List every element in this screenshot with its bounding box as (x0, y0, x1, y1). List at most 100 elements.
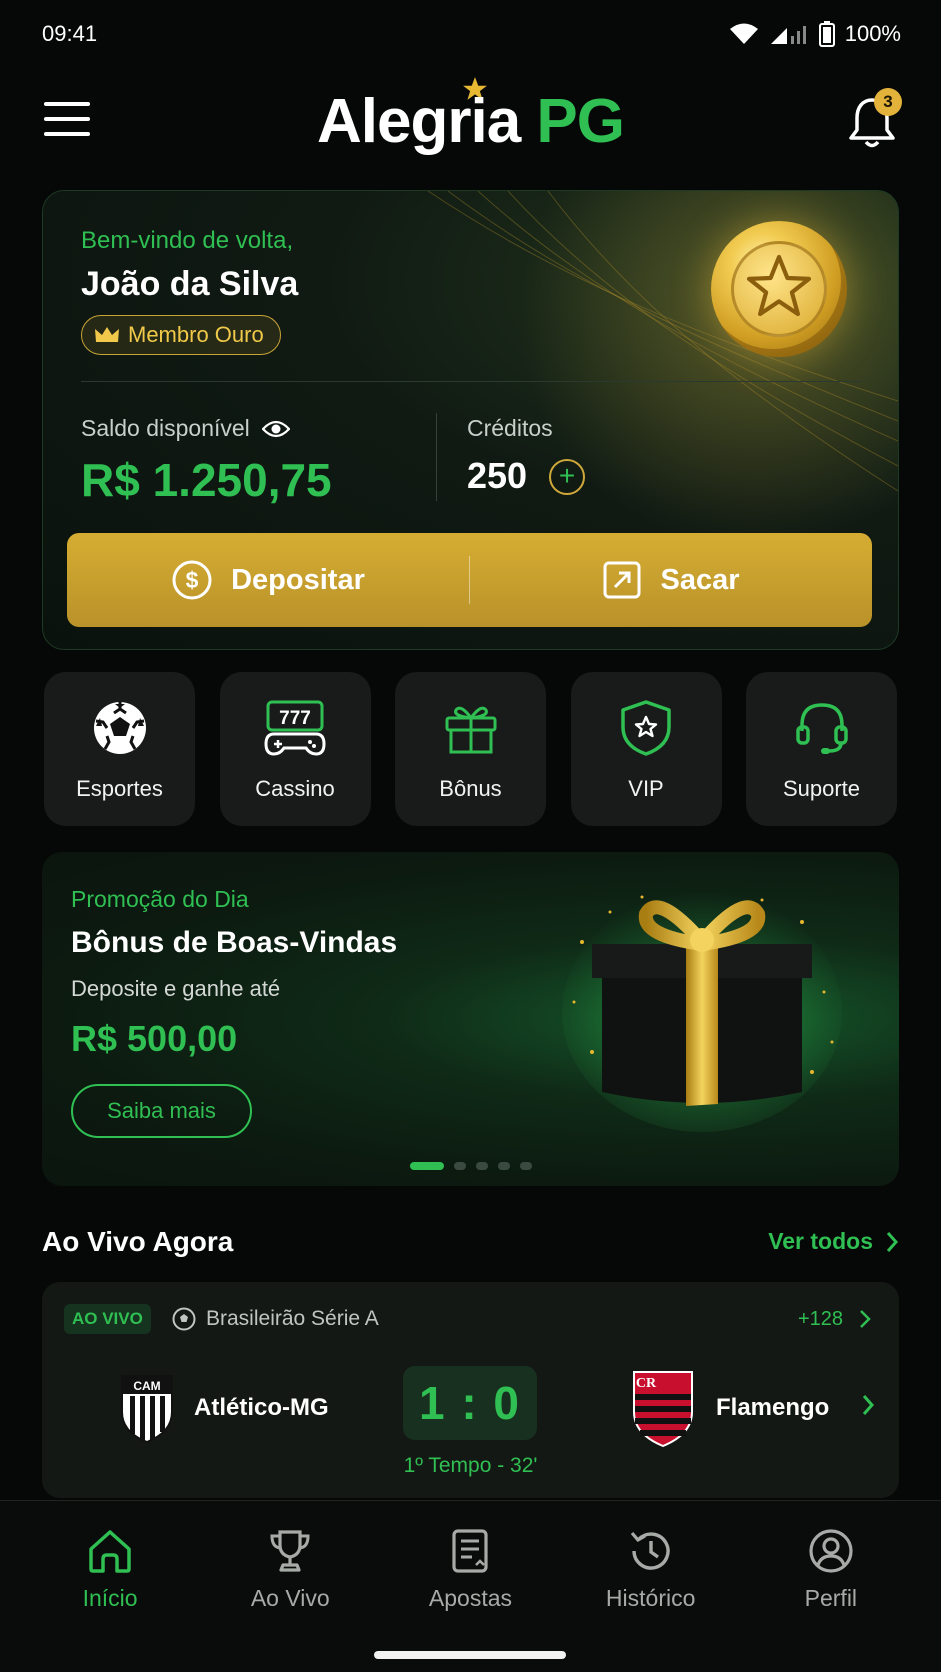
history-icon (630, 1531, 670, 1570)
quick-sports[interactable]: Esportes (44, 672, 195, 826)
nav-home[interactable]: Início (30, 1527, 190, 1612)
member-badge[interactable]: Membro Ouro (81, 315, 281, 355)
chevron-right-icon (862, 1395, 875, 1415)
markets-link[interactable]: +128 (798, 1304, 871, 1334)
external-arrow-icon (603, 561, 641, 599)
gold-coin-icon (711, 221, 847, 357)
wallet-action-bar: $ Depositar Sacar (67, 533, 872, 627)
promo-description: Deposite e ganhe até (71, 976, 281, 1001)
gift-icon (445, 706, 496, 754)
away-team: CR Flamengo (630, 1368, 829, 1448)
app-header: Alegria PG 3 (0, 72, 941, 172)
nav-home-label: Início (82, 1585, 138, 1611)
promo-amount: R$ 500,00 (71, 1018, 238, 1059)
slot-machine-icon: 777 (264, 700, 326, 756)
live-badge: AO VIVO (64, 1304, 151, 1334)
carousel-dot[interactable] (453, 1162, 466, 1170)
svg-text:CAM: CAM (133, 1379, 160, 1393)
balance-label: Saldo disponível (81, 415, 250, 441)
battery-icon (818, 21, 835, 47)
see-all-label: Ver todos (768, 1228, 873, 1254)
away-team-name: Flamengo (716, 1394, 830, 1421)
gift-box-image (562, 892, 842, 1132)
quick-support[interactable]: Suporte (746, 672, 897, 826)
quick-bonus[interactable]: Bônus (395, 672, 546, 826)
app-logo: Alegria PG (0, 86, 941, 157)
trophy-icon (270, 1530, 310, 1572)
nav-bets-label: Apostas (428, 1585, 513, 1611)
nav-history[interactable]: Histórico (571, 1527, 731, 1612)
wallet-divider (81, 381, 862, 382)
credits-label: Créditos (467, 415, 553, 441)
quick-support-label: Suporte (782, 776, 861, 801)
status-bar: 09:41 100% (0, 0, 941, 68)
eye-icon[interactable] (261, 419, 290, 439)
match-time: 1º Tempo - 32' (403, 1454, 538, 1477)
soccer-ball-icon (93, 702, 146, 754)
nav-live-label: Ao Vivo (250, 1585, 330, 1611)
promo-subtitle: Promoção do Dia (71, 886, 249, 912)
home-team: CAM Atlético-MG (116, 1372, 329, 1444)
coin-star-icon (746, 254, 812, 317)
withdraw-label: Sacar (660, 563, 740, 596)
carousel-dots (42, 1162, 899, 1170)
logo-text-alegria: Alegria (316, 87, 521, 156)
withdraw-button[interactable]: Sacar (470, 533, 872, 627)
wallet-card: Bem-vindo de volta, João da Silva Membro… (42, 190, 899, 650)
nav-live[interactable]: Ao Vivo (210, 1527, 370, 1612)
home-team-name: Atlético-MG (194, 1394, 329, 1421)
promo-banner[interactable]: Promoção do Dia Bônus de Boas-Vindas Dep… (42, 852, 899, 1186)
deposit-button[interactable]: $ Depositar (67, 533, 469, 627)
cell-signal-icon (770, 26, 806, 44)
atletico-mg-crest-icon: CAM (121, 1375, 173, 1444)
quick-vip[interactable]: VIP (570, 672, 722, 826)
carousel-dot[interactable] (497, 1162, 510, 1170)
markets-count: +128 (797, 1307, 843, 1330)
user-name: João da Silva (81, 265, 299, 303)
promo-title: Bônus de Boas-Vindas (71, 926, 398, 959)
svg-text:$: $ (186, 567, 199, 593)
quick-casino-label: Cassino (255, 776, 335, 801)
add-credits-button[interactable]: + (549, 459, 585, 495)
carousel-dot[interactable] (475, 1162, 488, 1170)
nav-profile-label: Perfil (804, 1585, 858, 1611)
quick-bonus-label: Bônus (439, 776, 502, 801)
battery-percent: 100% (844, 21, 901, 46)
nav-profile[interactable]: Perfil (751, 1527, 911, 1612)
see-all-link[interactable]: Ver todos (768, 1228, 899, 1255)
bet-slip-icon (452, 1529, 489, 1573)
welcome-text: Bem-vindo de volta, (81, 227, 294, 254)
nav-history-label: Histórico (605, 1585, 696, 1611)
chevron-right-icon (886, 1231, 899, 1252)
wifi-icon (729, 23, 758, 44)
logo-text-pg: PG (536, 87, 625, 156)
shield-star-icon (621, 700, 671, 756)
live-match-card[interactable]: AO VIVO Brasileirão Série A +128 CAM Atl… (42, 1282, 899, 1498)
status-time: 09:41 (42, 21, 98, 46)
quick-vip-label: VIP (628, 776, 664, 801)
promo-learn-more-button[interactable]: Saiba mais (71, 1084, 252, 1138)
headset-icon (795, 703, 848, 754)
bottom-nav: Início Ao Vivo Apostas Histórico Perfil (0, 1500, 941, 1672)
status-icons: 100% (729, 21, 901, 47)
member-badge-label: Membro Ouro (128, 322, 264, 347)
nav-bets[interactable]: Apostas (390, 1527, 550, 1612)
balance-value: R$ 1.250,75 (81, 454, 332, 506)
quick-actions: Esportes 777 Cassino Bônus VIP Suporte (44, 672, 897, 826)
dollar-circle-icon: $ (172, 560, 212, 600)
home-icon (89, 1530, 131, 1573)
quick-casino[interactable]: 777 Cassino (219, 672, 371, 826)
wallet-vertical-divider (436, 413, 437, 501)
svg-text:777: 777 (279, 708, 311, 729)
crown-icon (95, 327, 119, 342)
soccer-ball-small-icon (172, 1307, 196, 1331)
match-score: 1 : 0 (403, 1366, 537, 1440)
league-row: Brasileirão Série A (172, 1304, 379, 1334)
carousel-dot[interactable] (409, 1162, 444, 1170)
credits-value: 250 (467, 455, 528, 496)
balance-label-row: Saldo disponível (81, 415, 290, 442)
league-name: Brasileirão Série A (206, 1307, 379, 1330)
live-section-title: Ao Vivo Agora (42, 1226, 234, 1257)
svg-text:CR: CR (636, 1376, 657, 1391)
carousel-dot[interactable] (519, 1162, 532, 1170)
